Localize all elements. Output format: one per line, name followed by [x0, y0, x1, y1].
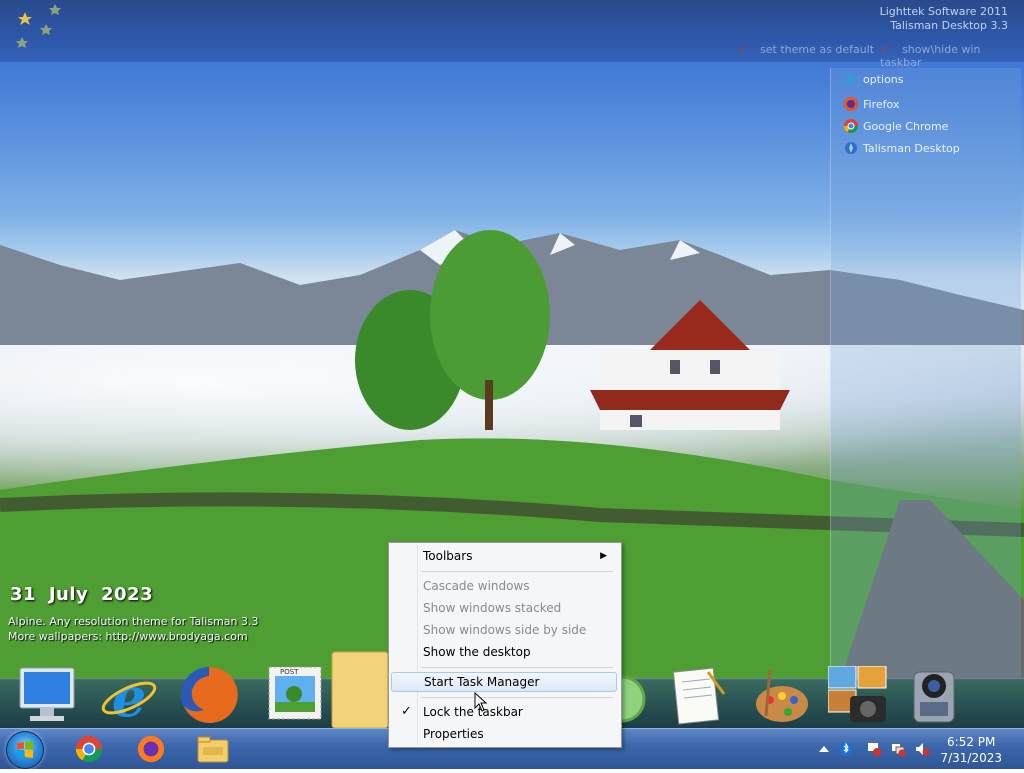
set-theme-default-option[interactable]: ✓ set theme as default	[738, 42, 874, 56]
castle	[590, 300, 790, 430]
folder-icon	[197, 736, 229, 763]
menu-separator	[421, 667, 613, 668]
svg-text:POST: POST	[280, 668, 299, 676]
dock-firefox-icon[interactable]	[178, 664, 240, 726]
theme-caption: Alpine. Any resolution theme for Talisma…	[8, 614, 259, 644]
talisman-icon	[845, 142, 857, 154]
dock-paint-palette-icon[interactable]	[752, 666, 810, 726]
menu-item-show-desktop[interactable]: Show the desktop	[391, 642, 617, 662]
taskbar-explorer-button[interactable]	[188, 732, 238, 766]
checkmark-icon: ✓	[401, 704, 412, 719]
firefox-icon	[844, 97, 858, 111]
dock-notepad-icon[interactable]	[668, 664, 726, 726]
chrome-icon	[844, 119, 858, 133]
launcher-panel: options Firefox Google Chrome Talisman D…	[830, 68, 1021, 678]
menu-item-show-windows-side-by-side: Show windows side by side	[423, 623, 587, 637]
menu-separator	[421, 571, 613, 572]
dock-computer-icon[interactable]	[16, 664, 78, 726]
menu-item-show-windows-stacked: Show windows stacked	[423, 601, 562, 615]
launcher-item-options[interactable]: options	[843, 70, 904, 88]
brand-info: Lighttek Software 2011 Talisman Desktop …	[880, 5, 1008, 33]
launcher-item-chrome[interactable]: Google Chrome	[843, 117, 948, 135]
dock-folder-icon[interactable]	[330, 648, 390, 728]
svg-text:e: e	[112, 665, 146, 726]
taskbar-chrome-button[interactable]	[64, 732, 114, 766]
dock-internet-explorer-icon[interactable]: e	[98, 664, 160, 726]
network-icon[interactable]	[890, 741, 906, 757]
menu-item-start-task-manager[interactable]: Start Task Manager	[391, 672, 617, 692]
check-mark-icon: ✓	[880, 42, 891, 56]
show-hide-taskbar-option[interactable]: ✓ show\hide win taskbar	[880, 42, 1024, 69]
menu-item-properties[interactable]: Properties	[391, 724, 617, 744]
check-mark-icon: ✓	[738, 42, 749, 56]
dock-photos-icon[interactable]	[828, 666, 890, 728]
talisman-top-bar: Lighttek Software 2011 Talisman Desktop …	[0, 0, 1024, 69]
desktop-date: 31 July 2023	[10, 584, 154, 605]
firefox-icon	[137, 735, 165, 763]
start-button[interactable]	[6, 731, 44, 769]
mouse-cursor-icon	[474, 692, 488, 712]
brand-line1: Lighttek Software 2011	[879, 5, 1008, 18]
taskbar-clock[interactable]: 6:52 PM 7/31/2023	[940, 734, 1002, 766]
taskbar-context-menu: Toolbars ▶ Cascade windows Show windows …	[388, 542, 622, 748]
show-hidden-icons-arrow-icon[interactable]	[816, 741, 832, 757]
trees	[355, 230, 550, 430]
menu-item-cascade-windows: Cascade windows	[423, 579, 530, 593]
submenu-arrow-icon: ▶	[600, 551, 607, 561]
caption-line2: More wallpapers: http://www.brodyaga.com	[8, 630, 248, 643]
bluetooth-icon[interactable]	[838, 741, 854, 757]
clock-time: 6:52 PM	[947, 735, 996, 749]
chrome-icon	[75, 735, 103, 763]
brand-line2: Talisman Desktop 3.3	[890, 19, 1008, 32]
windows-logo-icon	[17, 741, 33, 758]
clock-date: 7/31/2023	[940, 751, 1002, 765]
launcher-item-talisman[interactable]: Talisman Desktop	[843, 139, 960, 157]
menu-item-lock-taskbar[interactable]: ✓ Lock the taskbar	[391, 702, 617, 722]
caption-line1: Alpine. Any resolution theme for Talisma…	[8, 615, 259, 628]
stars-logo-icon	[16, 4, 61, 48]
dock-camcorder-icon[interactable]	[904, 664, 966, 726]
taskbar-firefox-button[interactable]	[126, 732, 176, 766]
dock-mail-post-icon[interactable]: POST	[266, 664, 324, 722]
menu-separator	[421, 697, 613, 698]
menu-item-toolbars[interactable]: Toolbars ▶	[391, 546, 617, 566]
volume-muted-icon[interactable]	[914, 741, 930, 757]
launcher-item-firefox[interactable]: Firefox	[843, 95, 899, 113]
flag-alert-icon[interactable]	[866, 741, 882, 757]
play-arrow-icon	[847, 73, 857, 85]
